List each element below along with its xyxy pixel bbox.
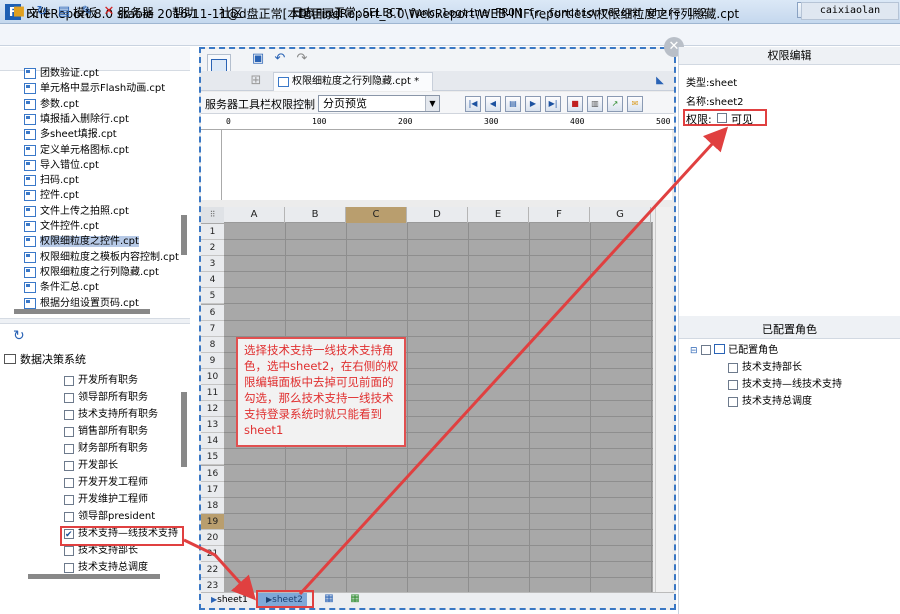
annotation-arrows — [183, 126, 729, 601]
arrow-sheet-to-visible — [298, 126, 729, 596]
arrow-role-to-sheet — [183, 538, 257, 601]
